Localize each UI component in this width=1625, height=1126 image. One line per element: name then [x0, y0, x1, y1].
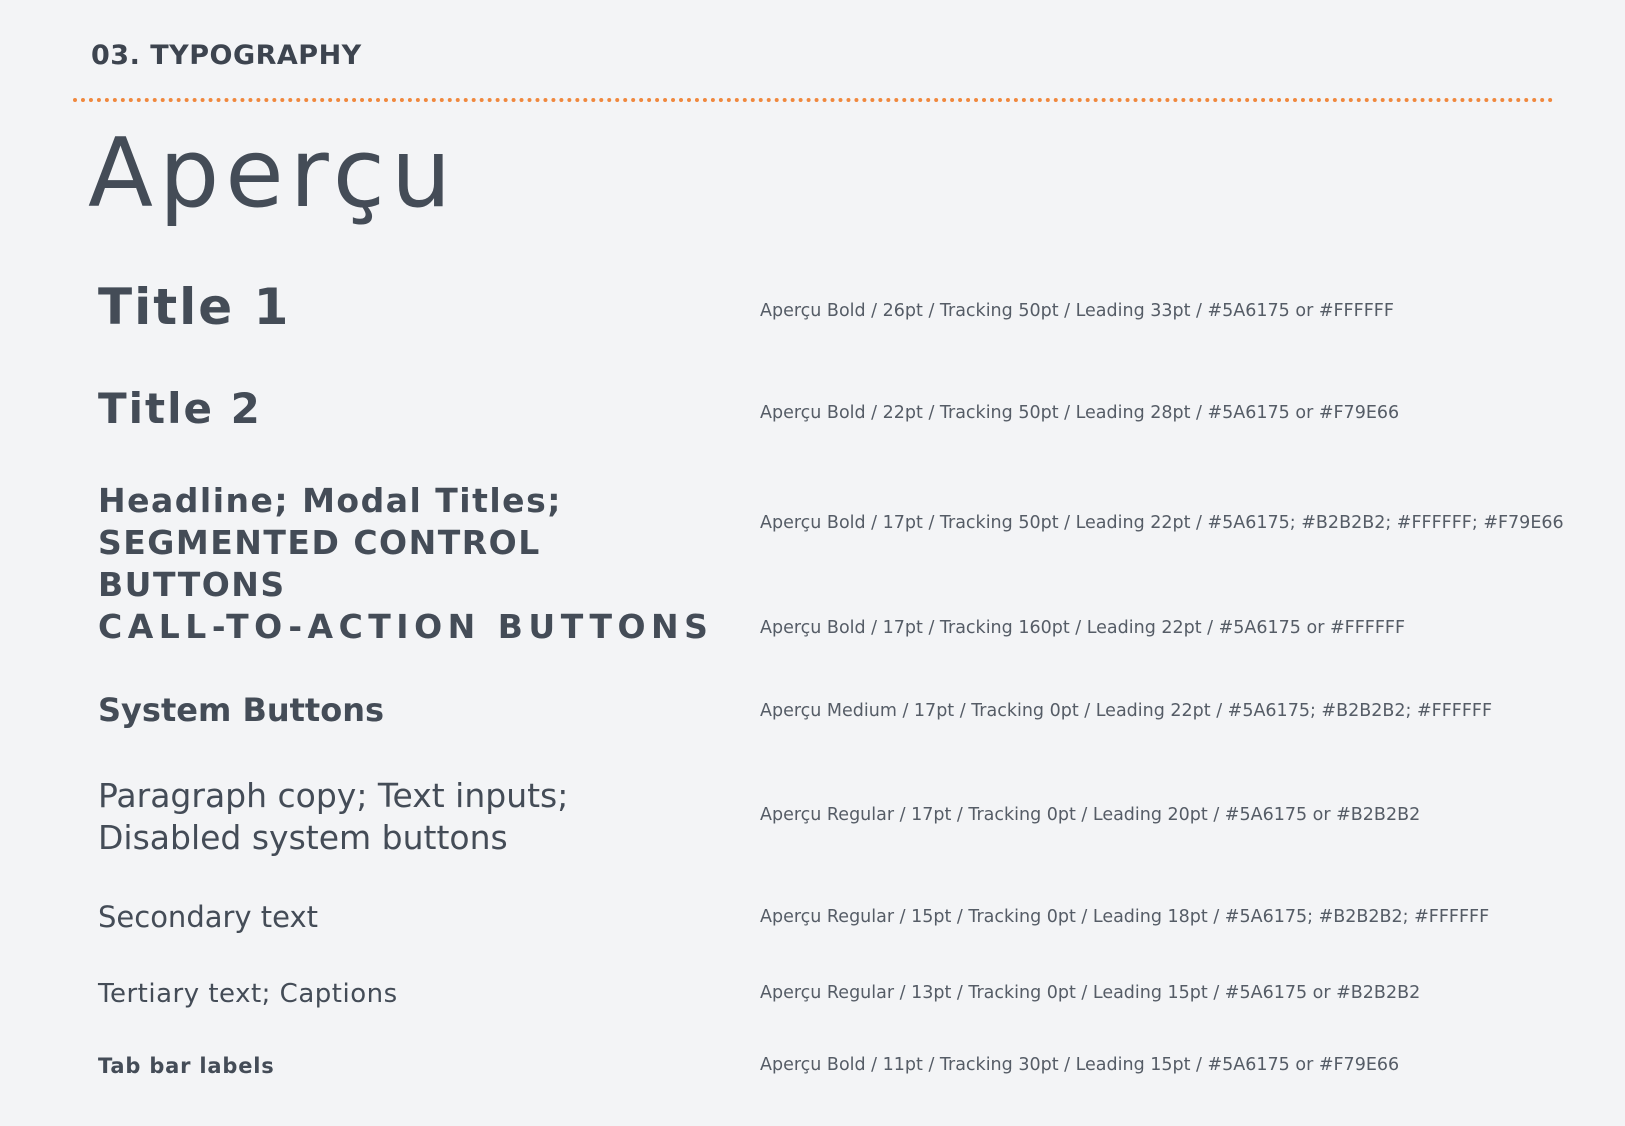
spec-headline: Aperçu Bold / 17pt / Tracking 50pt / Lea… — [760, 513, 1564, 533]
spec-system-buttons: Aperçu Medium / 17pt / Tracking 0pt / Le… — [760, 701, 1493, 721]
sample-system-buttons: System Buttons — [98, 691, 385, 729]
sample-secondary-text: Secondary text — [98, 900, 319, 934]
spec-paragraph: Aperçu Regular / 17pt / Tracking 0pt / L… — [760, 805, 1421, 825]
sample-title-2: Title 2 — [98, 384, 262, 433]
font-family-title: Aperçu — [88, 119, 458, 229]
section-heading: 03. TYPOGRAPHY — [91, 40, 362, 71]
sample-tab-bar-labels: Tab bar labels — [98, 1054, 275, 1078]
spec-tertiary-text: Aperçu Regular / 13pt / Tracking 0pt / L… — [760, 983, 1421, 1003]
typography-page: 03. TYPOGRAPHY Aperçu Title 1 Aperçu Bol… — [0, 0, 1625, 1126]
spec-tab-bar-labels: Aperçu Bold / 11pt / Tracking 30pt / Lea… — [760, 1055, 1400, 1075]
sample-tertiary-text: Tertiary text; Captions — [98, 979, 398, 1009]
dotted-divider — [73, 98, 1554, 102]
sample-headline: Headline; Modal Titles; SEGMENTED CONTRO… — [98, 481, 562, 604]
spec-secondary-text: Aperçu Regular / 15pt / Tracking 0pt / L… — [760, 907, 1490, 927]
spec-cta-buttons: Aperçu Bold / 17pt / Tracking 160pt / Le… — [760, 618, 1406, 638]
sample-cta-buttons: CALL-TO-ACTION BUTTONS — [98, 607, 714, 646]
sample-title-1: Title 1 — [98, 278, 291, 336]
spec-title-1: Aperçu Bold / 26pt / Tracking 50pt / Lea… — [760, 301, 1394, 321]
sample-paragraph: Paragraph copy; Text inputs; Disabled sy… — [98, 776, 569, 857]
spec-title-2: Aperçu Bold / 22pt / Tracking 50pt / Lea… — [760, 403, 1400, 423]
